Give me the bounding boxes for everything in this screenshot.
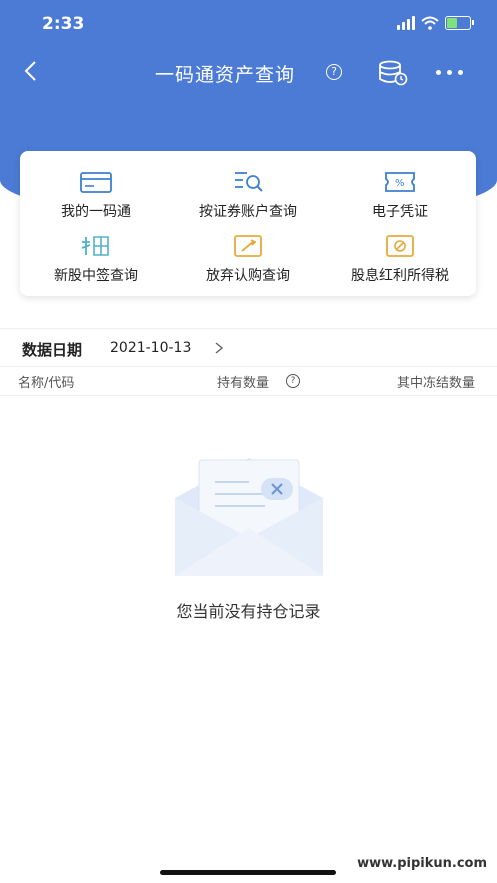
wifi-icon xyxy=(421,16,439,30)
more-icon[interactable] xyxy=(436,70,463,75)
abandon-icon xyxy=(234,235,262,257)
menu-card: 我的一码通 按证券账户查询 % 电子凭证 新股中签查询 放弃认购查询 股息红利所… xyxy=(20,151,476,296)
column-name: 名称/代码 xyxy=(18,376,75,391)
home-indicator[interactable] xyxy=(160,870,336,875)
data-date-row[interactable]: 数据日期 2021-10-13 xyxy=(0,328,497,367)
battery-icon xyxy=(445,16,474,30)
voucher-icon: % xyxy=(385,172,415,192)
status-time: 2:33 xyxy=(42,14,85,34)
column-frozen: 其中冻结数量 xyxy=(396,376,475,391)
menu-label: 我的一码通 xyxy=(61,204,131,220)
menu-item-dividend-tax[interactable]: 股息红利所得税 xyxy=(324,233,476,285)
tax-icon xyxy=(386,235,414,257)
lottery-icon xyxy=(81,236,109,256)
watermark: www.pipikun.com xyxy=(357,856,487,871)
menu-item-account-query[interactable]: 按证券账户查询 xyxy=(172,169,324,221)
status-bar: 2:33 xyxy=(0,12,497,40)
menu-item-my-code[interactable]: 我的一码通 xyxy=(20,169,172,221)
back-icon[interactable] xyxy=(22,59,38,83)
date-label: 数据日期 xyxy=(22,341,83,359)
card-icon xyxy=(80,172,112,193)
chevron-right-icon[interactable] xyxy=(215,342,223,354)
column-holding: 持有数量 xyxy=(217,376,270,391)
menu-label: 按证券账户查询 xyxy=(199,204,297,220)
menu-item-new-stock[interactable]: 新股中签查询 xyxy=(20,233,172,285)
menu-label: 股息红利所得税 xyxy=(351,268,449,284)
menu-item-abandon[interactable]: 放弃认购查询 xyxy=(172,233,324,285)
nav-bar: 一码通资产查询 ? xyxy=(0,56,497,90)
help-icon[interactable]: ? xyxy=(286,374,300,388)
signal-icon xyxy=(397,16,415,30)
date-value: 2021-10-13 xyxy=(110,340,192,356)
table-header: 名称/代码 持有数量 ? 其中冻结数量 xyxy=(0,366,497,396)
help-icon[interactable]: ? xyxy=(326,64,342,80)
menu-label: 放弃认购查询 xyxy=(206,268,290,284)
empty-message: 您当前没有持仓记录 xyxy=(176,602,321,621)
menu-item-e-voucher[interactable]: % 电子凭证 xyxy=(324,169,476,221)
menu-label: 新股中签查询 xyxy=(54,268,138,284)
empty-envelope-icon xyxy=(175,458,323,576)
list-search-icon xyxy=(235,172,263,192)
menu-label: 电子凭证 xyxy=(372,204,428,220)
page-title: 一码通资产查询 xyxy=(155,64,296,86)
svg-text:%: % xyxy=(395,178,405,189)
database-icon[interactable] xyxy=(378,60,408,86)
